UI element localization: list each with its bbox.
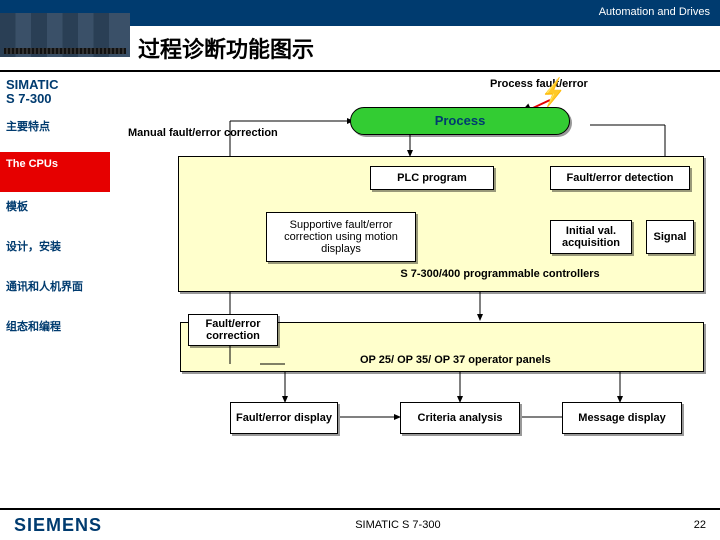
box-initial-val: Initial val. acquisition	[550, 220, 632, 254]
bolt-icon: ⚡	[541, 76, 565, 109]
label-manual: Manual fault/error correction	[128, 127, 278, 139]
sidebar-item-0[interactable]: 主要特点	[0, 112, 110, 152]
label-process-fault: Process fault/error	[490, 78, 588, 90]
main: SIMATIC S 7-300 主要特点The CPUs模板设计，安装通讯和人机…	[0, 72, 720, 508]
sidebar-product: SIMATIC S 7-300	[0, 72, 110, 112]
page-number: 22	[694, 519, 706, 531]
sidebar-item-5[interactable]: 组态和编程	[0, 312, 110, 352]
sidebar-item-4[interactable]: 通讯和人机界面	[0, 272, 110, 312]
topbar-text: Automation and Drives	[599, 6, 710, 18]
box-criteria: Criteria analysis	[400, 402, 520, 434]
box-fault-display: Fault/error display	[230, 402, 338, 434]
header: 过程诊断功能图示	[0, 26, 720, 70]
sidebar-item-1[interactable]: The CPUs	[0, 152, 110, 192]
box-fault-detection: Fault/error detection	[550, 166, 690, 190]
label-op: OP 25/ OP 35/ OP 37 operator panels	[360, 354, 551, 366]
sidebar: SIMATIC S 7-300 主要特点The CPUs模板设计，安装通讯和人机…	[0, 72, 110, 508]
box-supportive: Supportive fault/error correction using …	[266, 212, 416, 262]
box-plc-program: PLC program	[370, 166, 494, 190]
page-title: 过程诊断功能图示	[138, 32, 314, 64]
sidebar-item-2[interactable]: 模板	[0, 192, 110, 232]
sidebar-item-3[interactable]: 设计，安装	[0, 232, 110, 272]
box-signal: Signal	[646, 220, 694, 254]
diagram-canvas: Process fault/error ⚡ Process Manual fau…	[110, 72, 720, 508]
footer-product: SIMATIC S 7-300	[355, 519, 440, 531]
process-node: Process	[350, 107, 570, 135]
box-fault-correction: Fault/error correction	[188, 314, 278, 346]
footer: SIEMENS SIMATIC S 7-300 22	[0, 508, 720, 540]
plc-photo	[0, 13, 130, 57]
box-message: Message display	[562, 402, 682, 434]
label-s7: S 7-300/400 programmable controllers	[400, 268, 600, 280]
brand-logo: SIEMENS	[14, 515, 102, 536]
